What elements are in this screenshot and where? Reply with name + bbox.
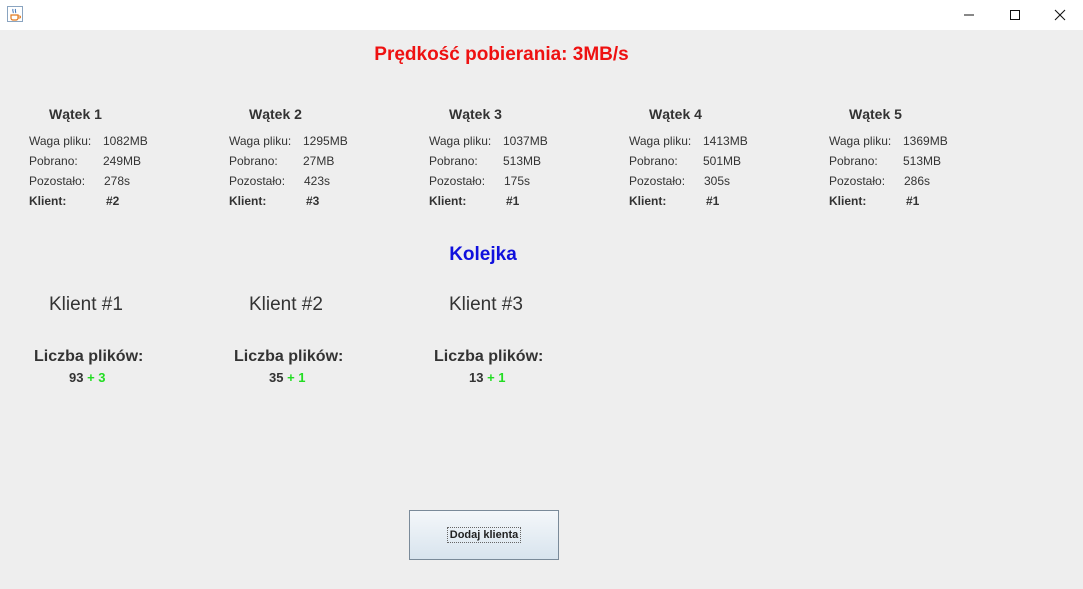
thread-title: Wątek 1 <box>49 106 102 122</box>
thread-remaining-value: 286s <box>904 174 931 188</box>
thread-client-value: #2 <box>106 194 120 208</box>
thread-remaining-value: 305s <box>704 174 731 188</box>
thread-downloaded-value: 513MB <box>503 154 542 168</box>
thread-title: Wątek 2 <box>249 106 302 122</box>
thread-client-value: #1 <box>906 194 920 208</box>
add-client-button[interactable]: Dodaj klienta <box>409 510 559 560</box>
thread-downloaded-value: 249MB <box>103 154 142 168</box>
thread-client-label: Klient: <box>29 194 67 208</box>
close-button[interactable] <box>1037 0 1083 30</box>
maximize-icon <box>1010 10 1020 20</box>
thread-title: Wątek 4 <box>649 106 702 122</box>
files-added-value: + 1 <box>287 370 306 385</box>
thread-remaining-label: Pozostało: <box>829 174 886 188</box>
files-count: 93 + 3 <box>69 370 106 385</box>
files-count-value: 13 <box>469 370 484 385</box>
thread-downloaded-label: Pobrano: <box>429 154 478 168</box>
files-count: 35 + 1 <box>269 370 306 385</box>
files-count-label: Liczba plików: <box>434 348 544 365</box>
files-count-label: Liczba plików: <box>234 348 344 365</box>
thread-client-value: #1 <box>506 194 520 208</box>
files-added-value: + 3 <box>87 370 106 385</box>
java-cup-icon <box>7 6 23 22</box>
thread-size-label: Waga pliku: <box>29 134 92 148</box>
thread-remaining-label: Pozostało: <box>429 174 486 188</box>
minimize-button[interactable] <box>946 0 992 30</box>
files-count-value: 93 <box>69 370 84 385</box>
files-count-value: 35 <box>269 370 284 385</box>
thread-remaining-label: Pozostało: <box>629 174 686 188</box>
thread-size-value: 1369MB <box>903 134 948 148</box>
maximize-button[interactable] <box>992 0 1038 30</box>
files-count: 13 + 1 <box>469 370 506 385</box>
files-count-label: Liczba plików: <box>34 348 144 365</box>
close-icon <box>1054 9 1066 21</box>
thread-client-label: Klient: <box>229 194 267 208</box>
thread-remaining-value: 423s <box>304 174 331 188</box>
main-panel: Prędkość pobierania: 3MB/s Wątek 1 Waga … <box>0 30 1083 589</box>
client-title: Klient #2 <box>249 294 323 315</box>
client-title: Klient #1 <box>49 294 123 315</box>
thread-client-value: #1 <box>706 194 720 208</box>
thread-downloaded-label: Pobrano: <box>629 154 678 168</box>
thread-client-label: Klient: <box>629 194 667 208</box>
thread-size-value: 1413MB <box>703 134 748 148</box>
download-speed-label: Prędkość pobierania: 3MB/s <box>374 44 629 65</box>
minimize-icon <box>964 14 974 16</box>
thread-downloaded-value: 513MB <box>903 154 942 168</box>
thread-title: Wątek 3 <box>449 106 502 122</box>
thread-size-label: Waga pliku: <box>429 134 492 148</box>
window-titlebar <box>0 0 1083 30</box>
client-title: Klient #3 <box>449 294 523 315</box>
thread-client-value: #3 <box>306 194 320 208</box>
thread-downloaded-value: 501MB <box>703 154 742 168</box>
thread-downloaded-label: Pobrano: <box>229 154 278 168</box>
thread-size-label: Waga pliku: <box>829 134 892 148</box>
thread-remaining-value: 175s <box>504 174 531 188</box>
thread-client-label: Klient: <box>829 194 867 208</box>
thread-size-label: Waga pliku: <box>229 134 292 148</box>
thread-size-label: Waga pliku: <box>629 134 692 148</box>
thread-title: Wątek 5 <box>849 106 902 122</box>
thread-size-value: 1037MB <box>503 134 548 148</box>
thread-client-label: Klient: <box>429 194 467 208</box>
thread-size-value: 1295MB <box>303 134 348 148</box>
thread-size-value: 1082MB <box>103 134 148 148</box>
thread-downloaded-value: 27MB <box>303 154 335 168</box>
add-client-button-label: Dodaj klienta <box>446 527 522 543</box>
thread-downloaded-label: Pobrano: <box>29 154 78 168</box>
files-added-value: + 1 <box>487 370 506 385</box>
queue-title: Kolejka <box>449 244 517 265</box>
thread-downloaded-label: Pobrano: <box>829 154 878 168</box>
thread-remaining-label: Pozostało: <box>229 174 286 188</box>
thread-remaining-label: Pozostało: <box>29 174 86 188</box>
thread-remaining-value: 278s <box>104 174 131 188</box>
